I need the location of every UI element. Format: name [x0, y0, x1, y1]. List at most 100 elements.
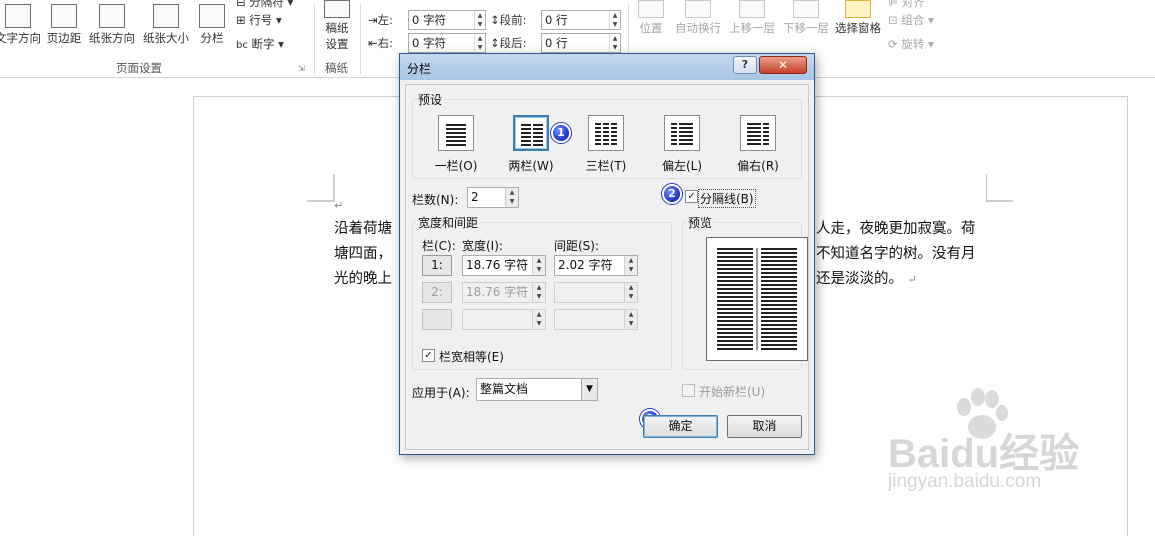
preview-line: [717, 300, 753, 302]
group-icon: ⊡: [888, 13, 898, 27]
text-direction-button[interactable]: 文字方向: [0, 4, 42, 46]
margins-icon: [51, 4, 77, 28]
paper-size-label: 纸张大小: [143, 31, 189, 45]
draft-group-label: 稿纸: [325, 61, 348, 75]
column-3-width-spinner: ▲ ▼: [532, 310, 545, 329]
text-direction-icon: [5, 4, 31, 28]
bring-forward-button[interactable]: 上移一层: [726, 0, 778, 36]
spacing-before-value: 0 行: [545, 13, 568, 27]
spacing-after-spinner[interactable]: ▲ ▼: [609, 34, 620, 52]
indent-right-value: 0 字符: [412, 36, 446, 50]
column-2-spacing-input: ▲ ▼: [554, 282, 638, 303]
num-columns-label: 栏数(N):: [412, 193, 459, 207]
preset-right-icon: [740, 115, 776, 151]
orientation-icon: [99, 4, 125, 28]
preview-line: [761, 256, 797, 258]
preset-three-columns[interactable]: 三栏(T): [576, 115, 636, 174]
page-setup-launcher-icon[interactable]: ⇲: [298, 64, 305, 73]
preset-one-column[interactable]: 一栏(O): [426, 115, 486, 174]
crop-mark-top-right-icon: [986, 174, 1013, 202]
column-3-spacing-input: ▲ ▼: [554, 309, 638, 330]
cancel-button[interactable]: 取消: [727, 415, 802, 438]
columns-button[interactable]: 分栏: [196, 4, 228, 46]
preview-line: [761, 348, 797, 350]
group-objects-button[interactable]: ⊡ 组合 ▾: [888, 12, 934, 28]
spacing-after-input[interactable]: 0 行 ▲ ▼: [541, 33, 621, 53]
paragraph-mark-icon: ↵: [334, 199, 344, 212]
column-1-width-input[interactable]: 18.76 字符 ▲ ▼: [462, 255, 546, 276]
column-1-spacing-spinner[interactable]: ▲ ▼: [624, 256, 637, 275]
preview-line: [717, 324, 753, 326]
text-direction-label: 文字方向: [0, 31, 41, 45]
draft-paper-button[interactable]: 稿纸 设置: [320, 0, 354, 52]
preview-line: [717, 248, 753, 250]
preview-line: [761, 300, 797, 302]
column-1-index[interactable]: 1:: [422, 255, 452, 276]
hyphenation-button[interactable]: bc 断字 ▾: [236, 36, 284, 52]
num-columns-spinner[interactable]: ▲ ▼: [505, 188, 518, 207]
draft-paper-label-1: 稿纸: [325, 21, 349, 35]
dialog-titlebar[interactable]: 分栏 ? ✕: [400, 54, 814, 80]
spacing-before-input[interactable]: 0 行 ▲ ▼: [541, 10, 621, 30]
preset-left[interactable]: 偏左(L): [652, 115, 712, 174]
document-text-line-3: 光的晚上: [334, 271, 392, 287]
preview-line: [761, 260, 797, 262]
dialog-body: 预设 一栏(O) 两栏(W) 三栏(T) 偏左(L) 偏右(R) 1 栏数(N)…: [405, 84, 809, 450]
align-button[interactable]: ⊫ 对齐: [888, 0, 925, 10]
width-header: 宽度(I):: [462, 239, 503, 253]
preview-title: 预览: [686, 214, 715, 231]
bring-forward-icon: [739, 0, 765, 18]
send-backward-button[interactable]: 下移一层: [780, 0, 832, 36]
wrap-text-button[interactable]: 自动换行: [672, 0, 724, 36]
column-1-spacing-input[interactable]: 2.02 字符 ▲ ▼: [554, 255, 638, 276]
selection-pane-button[interactable]: 选择窗格: [832, 0, 884, 36]
start-new-column-checkbox: [682, 384, 695, 397]
breaks-button[interactable]: ⊟ 分隔符 ▾: [236, 0, 293, 10]
preview-line: [717, 308, 753, 310]
apply-to-value: 整篇文档: [480, 382, 529, 396]
ok-button[interactable]: 确定: [643, 415, 718, 438]
position-button[interactable]: 位置: [634, 0, 668, 36]
spacing-before-label: ↕段前:: [490, 13, 527, 27]
margins-button[interactable]: 页边距: [44, 4, 84, 46]
apply-to-select[interactable]: 整篇文档 ▼: [476, 378, 598, 401]
presets-title: 预设: [416, 91, 445, 108]
breaks-label: 分隔符: [249, 0, 284, 9]
line-between-checkbox[interactable]: ✓: [685, 190, 698, 203]
indent-right-spinner[interactable]: ▲ ▼: [474, 34, 485, 52]
orientation-button[interactable]: 纸张方向: [86, 4, 138, 46]
preset-two-columns[interactable]: 两栏(W): [501, 115, 561, 174]
indent-left-spinner[interactable]: ▲ ▼: [474, 11, 485, 29]
preview-line: [761, 276, 797, 278]
num-columns-input[interactable]: 2 ▲ ▼: [467, 187, 519, 208]
column-1-spacing-value: 2.02 字符: [558, 258, 613, 272]
spacing-before-spinner[interactable]: ▲ ▼: [609, 11, 620, 29]
indent-left-input[interactable]: 0 字符 ▲ ▼: [408, 10, 486, 30]
watermark-url: jingyan.baidu.com: [888, 471, 1042, 492]
chevron-down-icon[interactable]: ▼: [581, 379, 597, 400]
paper-size-button[interactable]: 纸张大小: [140, 4, 192, 46]
preview-line: [761, 312, 797, 314]
columns-label: 分栏: [200, 31, 224, 45]
selection-pane-icon: [845, 0, 871, 18]
indent-left-value: 0 字符: [412, 13, 446, 27]
rotate-label: 旋转: [901, 37, 925, 51]
group-objects-label: 组合: [901, 13, 925, 27]
close-button[interactable]: ✕: [759, 56, 807, 74]
column-1-width-spinner[interactable]: ▲ ▼: [532, 256, 545, 275]
indent-right-input[interactable]: 0 字符 ▲ ▼: [408, 33, 486, 53]
preset-right[interactable]: 偏右(R): [728, 115, 788, 174]
close-icon: ✕: [777, 58, 789, 72]
line-numbers-button[interactable]: ⊞ 行号 ▾: [236, 12, 282, 28]
preset-two-columns-label: 两栏(W): [508, 159, 554, 173]
preview-line: [761, 328, 797, 330]
preview-line: [717, 264, 753, 266]
equal-width-checkbox[interactable]: ✓: [422, 349, 435, 362]
preview-line: [761, 344, 797, 346]
annotation-badge-2: 2: [662, 184, 682, 204]
rotate-button[interactable]: ⟳ 旋转 ▾: [888, 36, 934, 52]
hyphenation-label: 断字: [251, 37, 275, 51]
help-button[interactable]: ?: [733, 56, 757, 74]
preset-right-label: 偏右(R): [737, 159, 779, 173]
preview-line: [761, 320, 797, 322]
